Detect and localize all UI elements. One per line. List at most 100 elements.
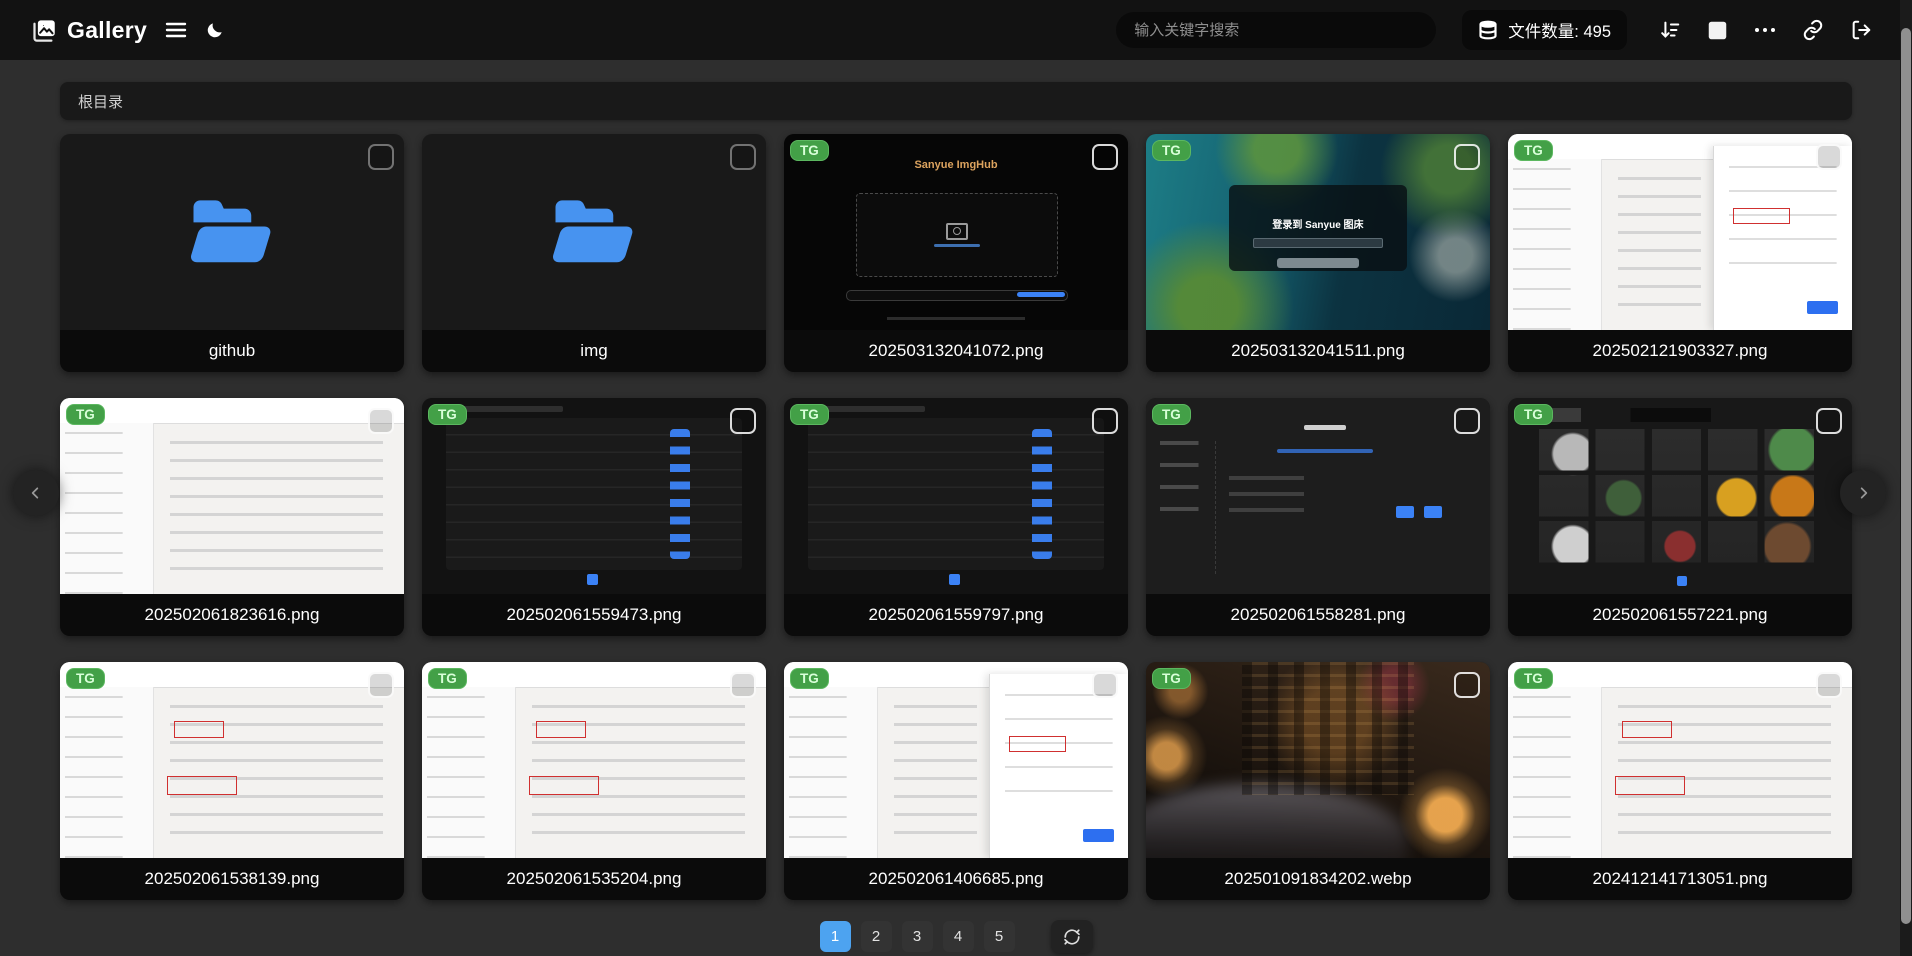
page-button-2[interactable]: 2 (860, 921, 892, 952)
card-label: 202501091834202.webp (1146, 858, 1490, 900)
tg-badge: TG (1152, 140, 1191, 161)
top-bar: Gallery 文件数量: 495 (0, 0, 1912, 60)
select-checkbox[interactable] (1454, 408, 1480, 434)
select-checkbox[interactable] (1092, 144, 1118, 170)
card-label: 202502061557221.png (1508, 594, 1852, 636)
thumbnail[interactable] (1146, 398, 1490, 594)
card-label: 202502061559797.png (784, 594, 1128, 636)
thumbnail[interactable] (422, 398, 766, 594)
select-checkbox[interactable] (730, 144, 756, 170)
card-label: 202502061558281.png (1146, 594, 1490, 636)
select-checkbox[interactable] (1816, 672, 1842, 698)
page-button-4[interactable]: 4 (942, 921, 974, 952)
refresh-button[interactable] (1050, 920, 1093, 953)
thumbnail[interactable] (784, 398, 1128, 594)
search-input[interactable] (1116, 12, 1437, 48)
gallery-card[interactable]: TG Sanyue ImgHub 202503132041072.png (784, 134, 1128, 372)
gallery-card[interactable]: TG 202502121903327.png (1508, 134, 1852, 372)
select-checkbox[interactable] (1092, 672, 1118, 698)
gallery-card[interactable]: img (422, 134, 766, 372)
pagination: 12345 (0, 920, 1912, 953)
file-count-label: 文件数量: 495 (1508, 23, 1611, 41)
card-label: 202502061535204.png (422, 858, 766, 900)
select-checkbox[interactable] (1816, 144, 1842, 170)
select-checkbox[interactable] (1454, 144, 1480, 170)
tg-badge: TG (1514, 668, 1553, 689)
gallery-card[interactable]: TG 202502061406685.png (784, 662, 1128, 900)
tg-badge: TG (428, 668, 467, 689)
select-checkbox[interactable] (368, 408, 394, 434)
gallery-card[interactable]: TG 202502061557221.png (1508, 398, 1852, 636)
card-label: 202503132041072.png (784, 330, 1128, 372)
folder-icon (190, 200, 271, 263)
thumbnail[interactable] (1508, 662, 1852, 858)
hamburger-menu-icon[interactable] (165, 21, 187, 39)
page-button-5[interactable]: 5 (983, 921, 1015, 952)
card-label: 202502121903327.png (1508, 330, 1852, 372)
app-title: Gallery (67, 16, 148, 43)
gallery-card[interactable]: TG 登录到 Sanyue 图床 202503132041511.png (1146, 134, 1490, 372)
thumbnail[interactable] (1508, 398, 1852, 594)
prev-page-chevron-icon[interactable] (13, 470, 59, 516)
gallery-card[interactable]: TG 202502061559473.png (422, 398, 766, 636)
scrollbar-track[interactable] (1900, 0, 1912, 956)
tg-badge: TG (1514, 140, 1553, 161)
page-button-1[interactable]: 1 (819, 921, 851, 952)
tg-badge: TG (790, 404, 829, 425)
select-checkbox[interactable] (1816, 408, 1842, 434)
brand: Gallery (30, 17, 147, 44)
select-checkbox[interactable] (730, 672, 756, 698)
select-checkbox[interactable] (730, 408, 756, 434)
folder-icon (552, 200, 633, 263)
select-checkbox[interactable] (368, 672, 394, 698)
card-label: 202502061406685.png (784, 858, 1128, 900)
tg-badge: TG (790, 140, 829, 161)
next-page-chevron-icon[interactable] (1840, 470, 1886, 516)
refresh-icon (1063, 928, 1080, 945)
card-label: 202502061823616.png (60, 594, 404, 636)
file-count-chip: 文件数量: 495 (1462, 10, 1627, 50)
thumbnail[interactable] (60, 398, 404, 594)
thumbnail[interactable] (784, 662, 1128, 858)
thumbnail[interactable] (1508, 134, 1852, 330)
breadcrumb[interactable]: 根目录 (60, 82, 1852, 120)
tg-badge: TG (790, 668, 829, 689)
card-label: img (422, 330, 766, 372)
tg-badge: TG (66, 668, 105, 689)
gallery-card[interactable]: TG 202502061538139.png (60, 662, 404, 900)
page-button-3[interactable]: 3 (901, 921, 933, 952)
card-label: 202502061538139.png (60, 858, 404, 900)
select-checkbox[interactable] (1454, 672, 1480, 698)
tg-badge: TG (428, 404, 467, 425)
gallery-card[interactable]: TG 202502061558281.png (1146, 398, 1490, 636)
dark-mode-toggle-moon-icon[interactable] (205, 20, 225, 40)
logout-icon[interactable] (1850, 19, 1872, 41)
breadcrumb-root[interactable]: 根目录 (78, 91, 123, 112)
card-label: 202502061559473.png (422, 594, 766, 636)
thumbnail[interactable] (422, 662, 766, 858)
scrollbar-thumb[interactable] (1901, 28, 1911, 924)
gallery-card[interactable]: TG 202412141713051.png (1508, 662, 1852, 900)
thumbnail[interactable] (1146, 662, 1490, 858)
select-checkbox[interactable] (1092, 408, 1118, 434)
gallery-card[interactable]: github (60, 134, 404, 372)
gallery-card[interactable]: TG 202502061535204.png (422, 662, 766, 900)
database-icon (1478, 19, 1498, 41)
select-checkbox[interactable] (368, 144, 394, 170)
gallery-card[interactable]: TG 202501091834202.webp (1146, 662, 1490, 900)
select-mode-square-icon[interactable] (1707, 20, 1728, 41)
thumbnail[interactable]: 登录到 Sanyue 图床 (1146, 134, 1490, 330)
thumbnail[interactable]: Sanyue ImgHub (784, 134, 1128, 330)
more-options-ellipsis-icon[interactable] (1754, 26, 1776, 34)
thumbnail[interactable] (422, 134, 766, 330)
gallery-card[interactable]: TG 202502061823616.png (60, 398, 404, 636)
link-icon[interactable] (1802, 19, 1824, 41)
card-label: 202412141713051.png (1508, 858, 1852, 900)
thumbnail[interactable] (60, 662, 404, 858)
thumbnail[interactable] (60, 134, 404, 330)
gallery-card[interactable]: TG 202502061559797.png (784, 398, 1128, 636)
tg-badge: TG (1514, 404, 1553, 425)
tg-badge: TG (1152, 668, 1191, 689)
sort-icon[interactable] (1659, 19, 1681, 41)
card-label: 202503132041511.png (1146, 330, 1490, 372)
